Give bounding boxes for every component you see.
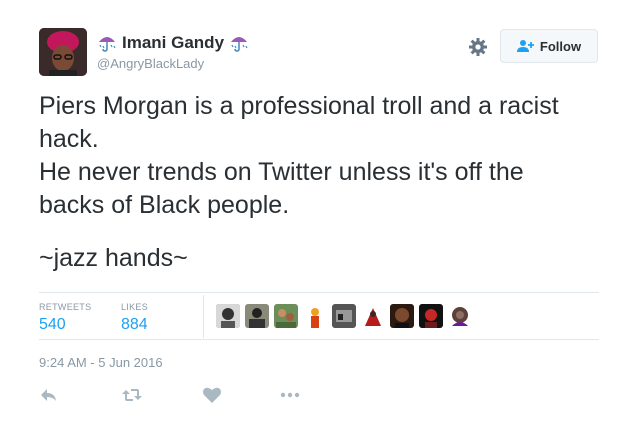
follow-label: Follow xyxy=(539,38,582,54)
likes-label: LIKES xyxy=(121,302,149,312)
divider xyxy=(39,339,599,340)
likes-count[interactable]: 884 xyxy=(121,316,148,334)
more-icon[interactable] xyxy=(280,386,300,404)
heart-icon[interactable] xyxy=(202,386,222,404)
umbrella-icon xyxy=(229,33,249,53)
retweet-icon[interactable] xyxy=(121,386,142,404)
liker-avatar[interactable] xyxy=(245,304,269,328)
retweets-count[interactable]: 540 xyxy=(39,316,91,334)
likes-stat[interactable]: LIKES 884 xyxy=(121,302,148,334)
tweet-line: Piers Morgan is a professional troll and… xyxy=(39,92,559,120)
retweets-label: RETWEETS xyxy=(39,302,92,312)
tweet-line: ~jazz hands~ xyxy=(39,244,188,272)
tweet-spacer xyxy=(39,222,599,242)
author-name-row[interactable]: Imani Gandy xyxy=(97,33,249,53)
liker-avatars xyxy=(216,304,477,328)
tweet-line: backs of Black people. xyxy=(39,191,290,219)
avatar[interactable] xyxy=(39,28,87,76)
liker-avatar[interactable] xyxy=(303,304,327,328)
retweets-stat[interactable]: RETWEETS 540 xyxy=(39,302,91,334)
liker-avatar[interactable] xyxy=(332,304,356,328)
liker-avatar[interactable] xyxy=(274,304,298,328)
liker-avatar[interactable] xyxy=(361,304,385,328)
liker-avatar[interactable] xyxy=(448,304,472,328)
divider xyxy=(39,292,599,293)
liker-avatar[interactable] xyxy=(390,304,414,328)
author-name[interactable]: Imani Gandy xyxy=(122,33,224,53)
tweet-line: hack. xyxy=(39,125,99,153)
follow-button[interactable]: Follow xyxy=(500,29,598,63)
tweet-text: Piers Morgan is a professional troll and… xyxy=(39,90,599,275)
divider xyxy=(203,295,204,338)
author-handle[interactable]: @AngryBlackLady xyxy=(97,56,204,71)
liker-avatar[interactable] xyxy=(216,304,240,328)
liker-avatar[interactable] xyxy=(419,304,443,328)
umbrella-icon xyxy=(97,33,117,53)
tweet-line: He never trends on Twitter unless it's o… xyxy=(39,158,524,186)
gear-icon[interactable] xyxy=(468,37,488,57)
tweet-timestamp[interactable]: 9:24 AM - 5 Jun 2016 xyxy=(39,355,163,370)
reply-icon[interactable] xyxy=(39,386,59,404)
add-user-icon xyxy=(516,40,534,52)
